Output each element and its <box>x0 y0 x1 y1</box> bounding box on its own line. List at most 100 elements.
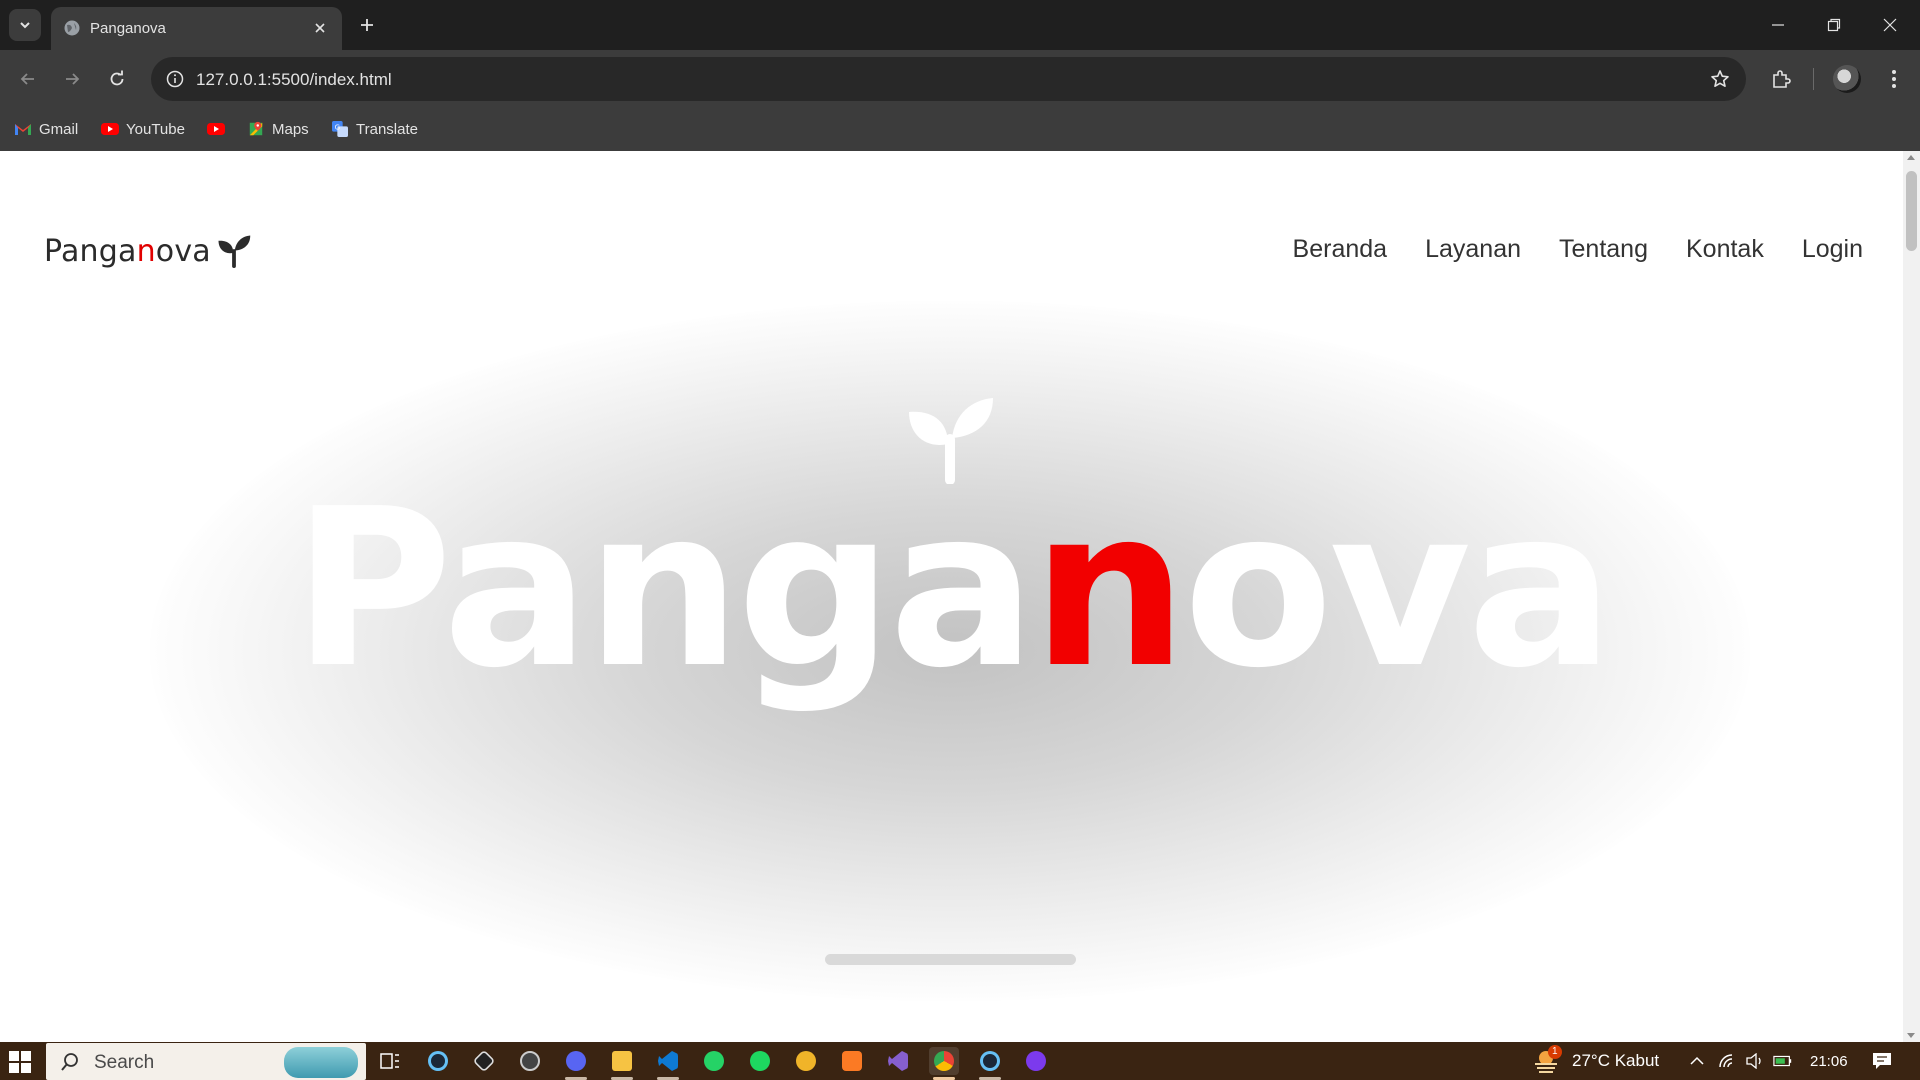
weather-text[interactable]: 27°C Kabut <box>1572 1051 1659 1071</box>
nav-beranda[interactable]: Beranda <box>1293 235 1388 264</box>
taskbar-github-desktop[interactable] <box>1021 1047 1051 1075</box>
tab-strip: Panganova <box>0 0 1920 50</box>
battery-charging-icon <box>1773 1055 1792 1067</box>
scroll-up-arrow-icon[interactable] <box>1907 155 1915 160</box>
taskbar-visual-studio[interactable] <box>883 1047 913 1075</box>
nav-tentang[interactable]: Tentang <box>1559 235 1648 264</box>
reload-button[interactable] <box>101 63 133 95</box>
windows-start-icon[interactable] <box>8 1050 32 1074</box>
close-window-button[interactable] <box>1862 0 1918 50</box>
bookmarks-bar: Gmail YouTube Maps G Translate <box>0 108 1920 151</box>
brand-logo[interactable]: Panganova <box>44 231 251 271</box>
address-bar[interactable]: 127.0.0.1:5500/index.html <box>151 57 1746 101</box>
show-hidden-icons-button[interactable] <box>1687 1051 1707 1071</box>
browser-tab[interactable]: Panganova <box>51 7 342 50</box>
bookmark-star-button[interactable] <box>1706 65 1734 93</box>
chrome-icon <box>934 1051 954 1071</box>
svg-text:G: G <box>335 122 341 131</box>
network-button[interactable] <box>1717 1051 1737 1071</box>
chrome-menu-button[interactable] <box>1878 63 1910 95</box>
app-icon <box>520 1051 540 1071</box>
youtube-icon <box>101 123 119 135</box>
close-icon <box>315 23 325 33</box>
bookmark-label: Translate <box>356 120 418 138</box>
star-icon <box>1711 70 1729 87</box>
taskbar-file-explorer[interactable] <box>607 1047 637 1080</box>
bookmark-label: YouTube <box>126 120 185 138</box>
bookmark-translate[interactable]: G Translate <box>331 118 418 140</box>
minimize-button[interactable] <box>1750 0 1806 50</box>
github-desktop-icon <box>1026 1051 1046 1071</box>
toolbar-divider <box>1813 68 1814 90</box>
restore-icon <box>1827 18 1841 32</box>
scrollbar-thumb[interactable] <box>1906 171 1917 251</box>
new-tab-button[interactable] <box>352 10 382 40</box>
bookmark-gmail[interactable]: Gmail <box>14 118 78 140</box>
taskbar-app[interactable] <box>791 1047 821 1075</box>
restore-button[interactable] <box>1806 0 1862 50</box>
scroll-indicator[interactable] <box>825 954 1076 965</box>
taskbar-unity[interactable] <box>469 1047 499 1075</box>
brand-suffix: ova <box>155 233 211 269</box>
gmail-icon <box>15 124 31 135</box>
arrow-right-icon <box>66 73 80 85</box>
visual-studio-icon <box>888 1051 908 1071</box>
puzzle-icon <box>1773 70 1791 88</box>
taskbar-xampp[interactable] <box>837 1047 867 1075</box>
taskbar-spotify[interactable] <box>745 1047 775 1075</box>
maps-icon <box>249 121 263 136</box>
extensions-button[interactable] <box>1765 63 1797 95</box>
xampp-icon <box>842 1051 862 1071</box>
nav-login[interactable]: Login <box>1802 235 1863 264</box>
bookmark-youtube-2[interactable] <box>207 118 225 140</box>
taskbar-discord[interactable] <box>561 1047 591 1080</box>
bookmark-maps[interactable]: Maps <box>247 118 309 140</box>
task-view-button[interactable] <box>375 1047 405 1075</box>
taskbar-steam[interactable] <box>423 1047 453 1075</box>
whatsapp-icon <box>704 1051 724 1071</box>
main-nav: Beranda Layanan Tentang Kontak Login <box>1293 235 1863 264</box>
scroll-down-arrow-icon[interactable] <box>1907 1033 1915 1038</box>
windows-taskbar: Search 1 27°C Kabut 21:06 <box>0 1042 1920 1080</box>
tab-close-button[interactable] <box>308 16 332 40</box>
clock-time[interactable]: 21:06 <box>1810 1053 1848 1070</box>
hero-accent: n <box>1032 463 1187 716</box>
taskbar-whatsapp[interactable] <box>699 1047 729 1075</box>
profile-avatar[interactable] <box>1833 65 1861 93</box>
sprout-icon <box>218 235 251 268</box>
chevron-up-icon <box>1690 1056 1704 1065</box>
discord-icon <box>566 1051 586 1071</box>
taskbar-search[interactable]: Search <box>46 1043 366 1080</box>
forward-button[interactable] <box>56 63 88 95</box>
taskbar-chrome[interactable] <box>929 1047 959 1080</box>
back-button[interactable] <box>12 63 44 95</box>
taskbar-vscode[interactable] <box>653 1047 683 1080</box>
bookmark-label: Gmail <box>39 120 79 138</box>
taskbar-steam-2[interactable] <box>975 1047 1005 1080</box>
tab-title: Panganova <box>90 20 166 37</box>
battery-button[interactable] <box>1773 1051 1793 1071</box>
search-placeholder: Search <box>94 1052 155 1073</box>
page-scrollbar[interactable] <box>1903 151 1920 1042</box>
weather-badge: 1 <box>1548 1045 1562 1059</box>
app-icon <box>796 1051 816 1071</box>
steam-icon <box>428 1051 448 1071</box>
url-text[interactable]: 127.0.0.1:5500/index.html <box>196 70 392 90</box>
close-icon <box>1883 18 1897 32</box>
hero-title: Panganova <box>0 481 1903 699</box>
page-viewport: Panganova Beranda Layanan Tentang Kontak… <box>0 151 1903 1042</box>
nav-layanan[interactable]: Layanan <box>1425 235 1521 264</box>
spotify-icon <box>750 1051 770 1071</box>
tab-search-button[interactable] <box>9 9 41 41</box>
search-icon <box>61 1053 78 1071</box>
notification-center-button[interactable] <box>1870 1051 1894 1071</box>
plus-icon <box>361 19 373 31</box>
speaker-icon <box>1746 1053 1761 1069</box>
nav-kontak[interactable]: Kontak <box>1686 235 1764 264</box>
notification-icon <box>1873 1053 1891 1069</box>
taskbar-app[interactable] <box>515 1047 545 1075</box>
volume-button[interactable] <box>1745 1051 1765 1071</box>
minimize-icon <box>1772 24 1784 26</box>
bookmark-youtube[interactable]: YouTube <box>101 118 185 140</box>
site-info-button[interactable] <box>161 65 189 93</box>
